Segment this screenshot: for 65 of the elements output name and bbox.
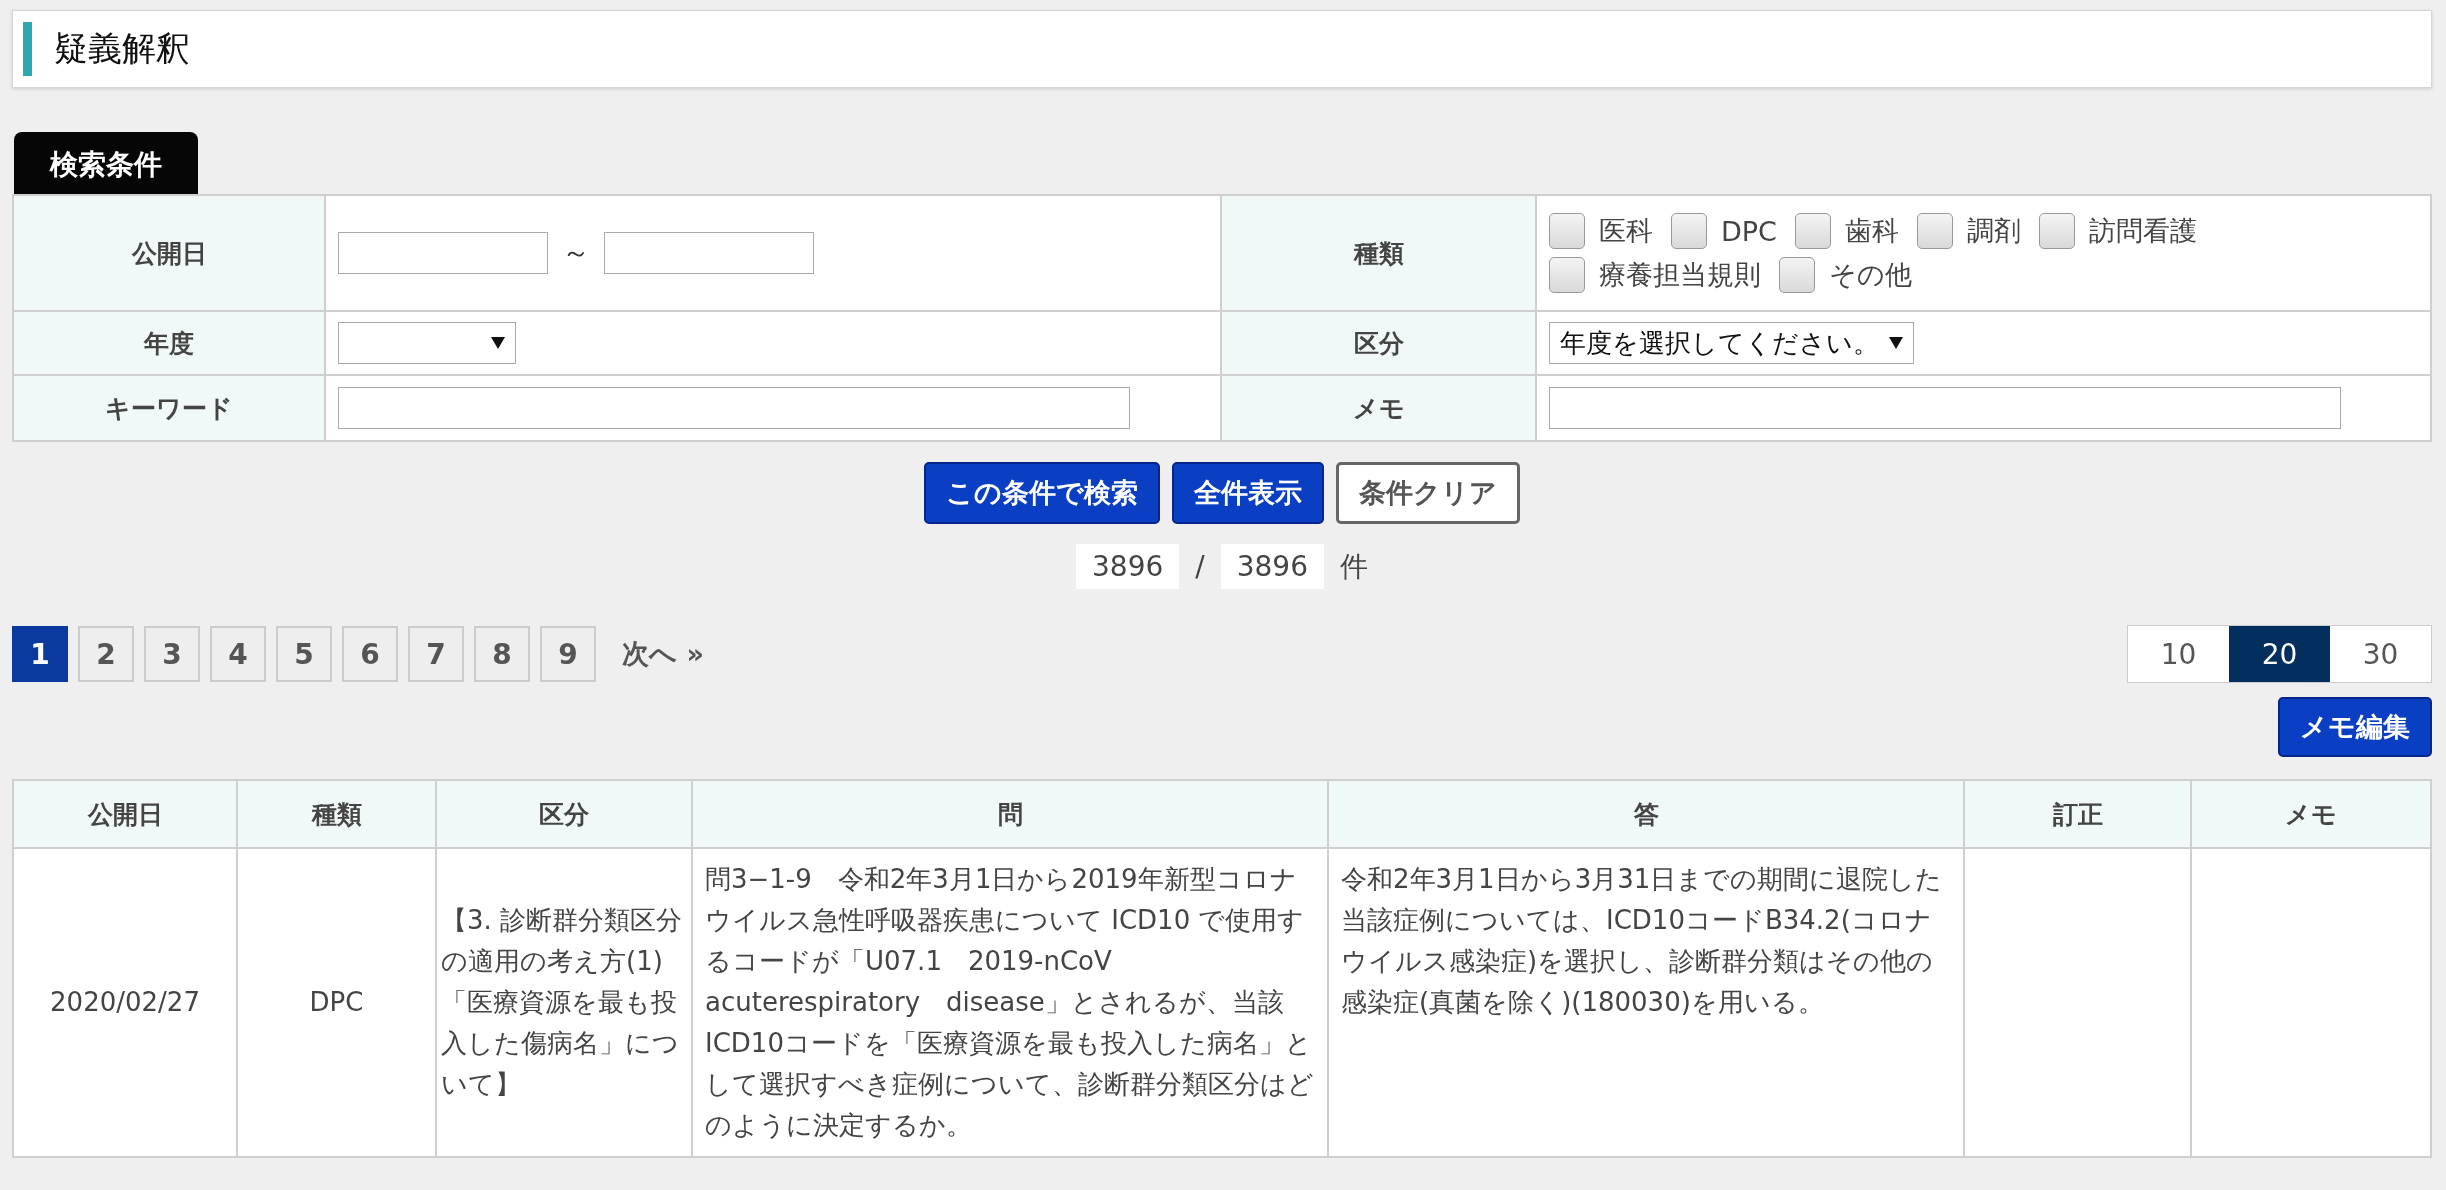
clear-button[interactable]: 条件クリア bbox=[1336, 462, 1520, 524]
checkbox[interactable] bbox=[1549, 213, 1585, 249]
column-header[interactable]: 公開日 bbox=[13, 780, 237, 848]
checkbox-option[interactable]: 療養担当規則 bbox=[1549, 257, 1761, 293]
page-link[interactable]: 9 bbox=[540, 626, 596, 682]
page-size-option[interactable]: 30 bbox=[2330, 626, 2431, 682]
memo-field[interactable] bbox=[1549, 387, 2341, 429]
page-link[interactable]: 4 bbox=[210, 626, 266, 682]
category-select[interactable]: 年度を選択してください。 bbox=[1549, 322, 1914, 364]
total-count: 3896 bbox=[1220, 544, 1324, 589]
question-cell: 問3−1-9 令和2年3月1日から2019年新型コロナウイルス急性呼吸器疾患について ICD10 で使用するコードが「U07.1 2019-nCoV acuterespiratory disease」とされるが、当該ICD10コードを「医療資源を最も投入した病名」として選択すべき症例について、診断群分類区分はどのように決定するか。 bbox=[692, 848, 1328, 1157]
keyword-field[interactable] bbox=[338, 387, 1130, 429]
next-page-link[interactable]: 次へ » bbox=[622, 636, 704, 672]
count-unit: 件 bbox=[1340, 548, 1368, 585]
accent-bar bbox=[23, 22, 32, 76]
checkbox-option[interactable]: 医科 bbox=[1549, 213, 1653, 249]
page-size-option[interactable]: 20 bbox=[2229, 626, 2330, 682]
checkbox[interactable] bbox=[1549, 257, 1585, 293]
form-label: メモ bbox=[1221, 375, 1536, 441]
page-link[interactable]: 6 bbox=[342, 626, 398, 682]
form-label: 区分 bbox=[1221, 311, 1536, 375]
form-label: キーワード bbox=[13, 375, 325, 441]
form-label: 年度 bbox=[13, 311, 325, 375]
column-header[interactable]: 区分 bbox=[436, 780, 692, 848]
checkbox-option[interactable]: 歯科 bbox=[1794, 213, 1899, 249]
checkbox[interactable] bbox=[1794, 213, 1831, 249]
category-cell: 【3. 診断群分類区分の適用の考え方(1)「医療資源を最も投入した傷病名」について】 bbox=[436, 848, 692, 1157]
page-link[interactable]: 1 bbox=[12, 626, 68, 682]
date-to-field[interactable] bbox=[604, 232, 814, 274]
page-title: 疑義解釈 bbox=[54, 27, 190, 70]
checkbox-option[interactable]: 訪問看護 bbox=[2038, 213, 2197, 249]
column-header[interactable]: 訂正 bbox=[1964, 780, 2191, 848]
checkbox[interactable] bbox=[2038, 213, 2075, 249]
page-size-option[interactable]: 10 bbox=[2128, 626, 2229, 682]
column-header[interactable]: 答 bbox=[1328, 780, 1964, 848]
page-link[interactable]: 3 bbox=[144, 626, 200, 682]
caret-icon bbox=[491, 337, 505, 349]
page-link[interactable]: 8 bbox=[474, 626, 530, 682]
form-label: 公開日 bbox=[13, 195, 325, 311]
column-header[interactable]: メモ bbox=[2191, 780, 2431, 848]
search-button[interactable]: 全件表示 bbox=[1172, 462, 1324, 524]
date-cell: 2020/02/27 bbox=[13, 848, 237, 1157]
search-button[interactable]: この条件で検索 bbox=[924, 462, 1160, 524]
count-separator: / bbox=[1195, 550, 1205, 583]
range-separator: ～ bbox=[562, 235, 590, 271]
page-link[interactable]: 5 bbox=[276, 626, 332, 682]
checkbox[interactable] bbox=[1916, 213, 1953, 249]
year-select[interactable] bbox=[338, 322, 516, 364]
page-link[interactable]: 2 bbox=[78, 626, 134, 682]
checkbox-option[interactable]: 調剤 bbox=[1916, 213, 2021, 249]
checkbox[interactable] bbox=[1779, 257, 1815, 293]
date-from-field[interactable] bbox=[338, 232, 548, 274]
column-header[interactable]: 問 bbox=[692, 780, 1328, 848]
checkbox-option[interactable]: その他 bbox=[1779, 257, 1912, 293]
page-link[interactable]: 7 bbox=[408, 626, 464, 682]
caret-icon bbox=[1889, 337, 1903, 349]
search-tab[interactable]: 検索条件 bbox=[14, 132, 198, 194]
checkbox[interactable] bbox=[1671, 213, 1707, 249]
memo-edit-button[interactable]: メモ編集 bbox=[2278, 697, 2432, 757]
form-label: 種類 bbox=[1221, 195, 1536, 311]
column-header[interactable]: 種類 bbox=[237, 780, 436, 848]
answer-cell: 令和2年3月1日から3月31日までの期間に退院した当該症例については、ICD10コードB34.2(コロナウイルス感染症)を選択し、診断群分類はその他の感染症(真菌を除く)(180030)を用いる。 bbox=[1328, 848, 1964, 1157]
checkbox-option[interactable]: DPC bbox=[1671, 213, 1777, 249]
result-count: 3896 bbox=[1076, 544, 1180, 589]
type-cell: DPC bbox=[237, 848, 436, 1157]
